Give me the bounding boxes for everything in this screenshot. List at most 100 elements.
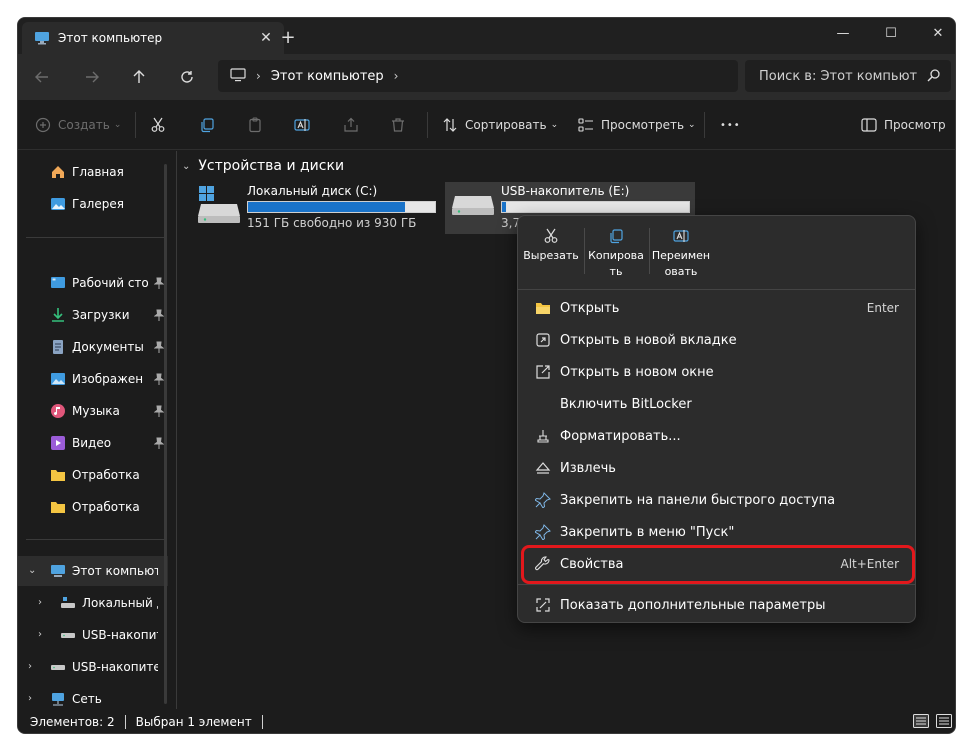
drive-usage-bar <box>501 201 690 213</box>
menu-item-pin-start[interactable]: Закрепить в меню "Пуск" <box>524 517 911 547</box>
forward-arrow-icon[interactable] <box>78 64 106 90</box>
tab-this-pc[interactable]: Этот компьютер ✕ <box>22 22 284 54</box>
monitor-icon <box>34 31 50 45</box>
menu-item-open-new-window[interactable]: Открыть в новом окне <box>524 357 911 387</box>
share-button[interactable] <box>342 113 360 137</box>
sidebar-item-folder[interactable]: Отработка <box>18 460 168 490</box>
preview-pane-button[interactable]: Просмотр <box>860 113 946 137</box>
network-icon <box>50 691 66 707</box>
sidebar-item-home[interactable]: Главная <box>18 157 168 187</box>
chevron-right-icon[interactable]: › <box>394 69 399 83</box>
preview-pane-icon <box>860 116 878 134</box>
pin-icon[interactable] <box>153 373 165 385</box>
expand-icon <box>534 596 552 614</box>
shortcut-label: Enter <box>866 301 899 315</box>
cut-button[interactable]: Вырезать <box>520 222 582 284</box>
desktop-icon <box>50 275 66 291</box>
view-label: Просмотреть <box>601 118 685 132</box>
menu-item-bitlocker[interactable]: Включить BitLocker <box>524 389 911 419</box>
menu-item-pin-quick-access[interactable]: Закрепить на панели быстрого доступа <box>524 485 911 515</box>
breadcrumb-this-pc[interactable]: Этот компьютер <box>271 69 384 84</box>
rename-button[interactable]: Переименовать <box>650 222 712 284</box>
selection-count: Выбран 1 элемент <box>135 715 252 729</box>
sort-label: Сортировать <box>465 118 547 132</box>
copy-button[interactable]: Копировать <box>585 222 647 284</box>
copy-icon <box>198 116 216 134</box>
chevron-down-icon[interactable]: ⌄ <box>28 565 38 576</box>
delete-button[interactable] <box>389 113 407 137</box>
pin-icon[interactable] <box>153 309 165 321</box>
paste-button[interactable] <box>246 113 264 137</box>
pin-icon <box>534 523 552 541</box>
cut-button[interactable] <box>149 113 167 137</box>
toolbar-divider <box>135 112 136 138</box>
sidebar-item-usb-root[interactable]: › USB-накопитель (E:) <box>18 652 168 682</box>
download-icon <box>50 307 66 323</box>
pin-icon[interactable] <box>153 405 165 417</box>
drive-icon <box>60 595 76 611</box>
pin-icon[interactable] <box>153 277 165 289</box>
up-arrow-icon[interactable] <box>125 64 153 90</box>
copy-icon <box>610 229 623 244</box>
menu-item-format[interactable]: Форматировать... <box>524 421 911 451</box>
create-button[interactable]: Создать ⌄ <box>34 113 121 137</box>
drive-free-space: 151 ГБ свободно из 930 ГБ <box>247 216 417 230</box>
pin-icon[interactable] <box>153 341 165 353</box>
more-options-button[interactable]: ••• <box>720 113 741 137</box>
status-divider <box>124 715 126 729</box>
view-button[interactable]: Просмотреть ⌄ <box>577 113 696 137</box>
chevron-right-icon[interactable]: › <box>28 661 38 672</box>
rename-icon <box>293 116 311 134</box>
sidebar-scrollbar[interactable] <box>164 164 167 704</box>
sidebar-item-documents[interactable]: Документы <box>18 332 168 362</box>
rename-button[interactable] <box>293 113 311 137</box>
sidebar-item-desktop[interactable]: Рабочий стол <box>18 268 168 298</box>
pane-divider[interactable] <box>176 151 177 709</box>
tiles-view-icon[interactable] <box>936 714 954 730</box>
plus-circle-icon <box>34 116 52 134</box>
tab-title: Этот компьютер <box>58 31 163 45</box>
chevron-right-icon[interactable]: › <box>38 597 48 608</box>
details-view-icon[interactable] <box>913 714 931 730</box>
chevron-down-icon: ⌄ <box>182 160 191 172</box>
minimize-button[interactable]: — <box>820 18 866 48</box>
command-bar: Создать ⌄ Сортировать ⌄ Просмотреть ⌄ ••… <box>18 100 955 150</box>
chevron-down-icon: ⌄ <box>550 120 559 130</box>
drive-tile-c[interactable]: Локальный диск (C:) 151 ГБ свободно из 9… <box>191 182 441 234</box>
music-icon <box>50 403 66 419</box>
menu-item-open[interactable]: Открыть Enter <box>524 293 911 323</box>
close-tab-icon[interactable]: ✕ <box>256 28 276 48</box>
sidebar-item-music[interactable]: Музыка <box>18 396 168 426</box>
sidebar-item-local-disk[interactable]: › Локальный диск (C:) <box>18 588 168 618</box>
pin-icon[interactable] <box>153 437 165 449</box>
menu-item-show-more-options[interactable]: Показать дополнительные параметры <box>524 590 911 620</box>
bitlocker-icon <box>534 395 552 413</box>
search-input[interactable]: Поиск в: Этот компьют <box>745 60 951 92</box>
copy-button[interactable] <box>198 113 216 137</box>
sidebar-item-usb[interactable]: › USB-накопитель (E:) <box>18 620 168 650</box>
sidebar-item-this-pc[interactable]: ⌄ Этот компьютер <box>18 556 168 586</box>
create-label: Создать <box>58 118 110 132</box>
refresh-icon[interactable] <box>173 64 201 90</box>
close-window-button[interactable]: ✕ <box>915 18 955 48</box>
sidebar-item-downloads[interactable]: Загрузки <box>18 300 168 330</box>
address-bar[interactable]: › Этот компьютер › <box>218 60 738 92</box>
chevron-right-icon[interactable]: › <box>28 693 38 704</box>
sidebar-item-pictures[interactable]: Изображения <box>18 364 168 394</box>
sidebar-item-videos[interactable]: Видео <box>18 428 168 458</box>
back-arrow-icon[interactable] <box>28 64 56 90</box>
new-tab-button[interactable]: + <box>276 26 300 48</box>
sidebar-item-folder[interactable]: Отработка <box>18 492 168 522</box>
status-bar: Элементов: 2 Выбран 1 элемент <box>18 710 955 733</box>
sort-button[interactable]: Сортировать ⌄ <box>441 113 558 137</box>
devices-section-header[interactable]: ⌄ Устройства и диски <box>182 158 344 174</box>
toolbar-divider <box>427 112 428 138</box>
monitor-icon <box>230 67 246 85</box>
search-icon <box>927 68 941 82</box>
maximize-button[interactable]: ☐ <box>868 18 914 48</box>
menu-item-eject[interactable]: Извлечь <box>524 453 911 483</box>
open-external-icon <box>534 363 552 381</box>
sidebar-item-gallery[interactable]: Галерея <box>18 189 168 219</box>
chevron-right-icon[interactable]: › <box>38 629 48 640</box>
menu-item-open-new-tab[interactable]: Открыть в новой вкладке <box>524 325 911 355</box>
